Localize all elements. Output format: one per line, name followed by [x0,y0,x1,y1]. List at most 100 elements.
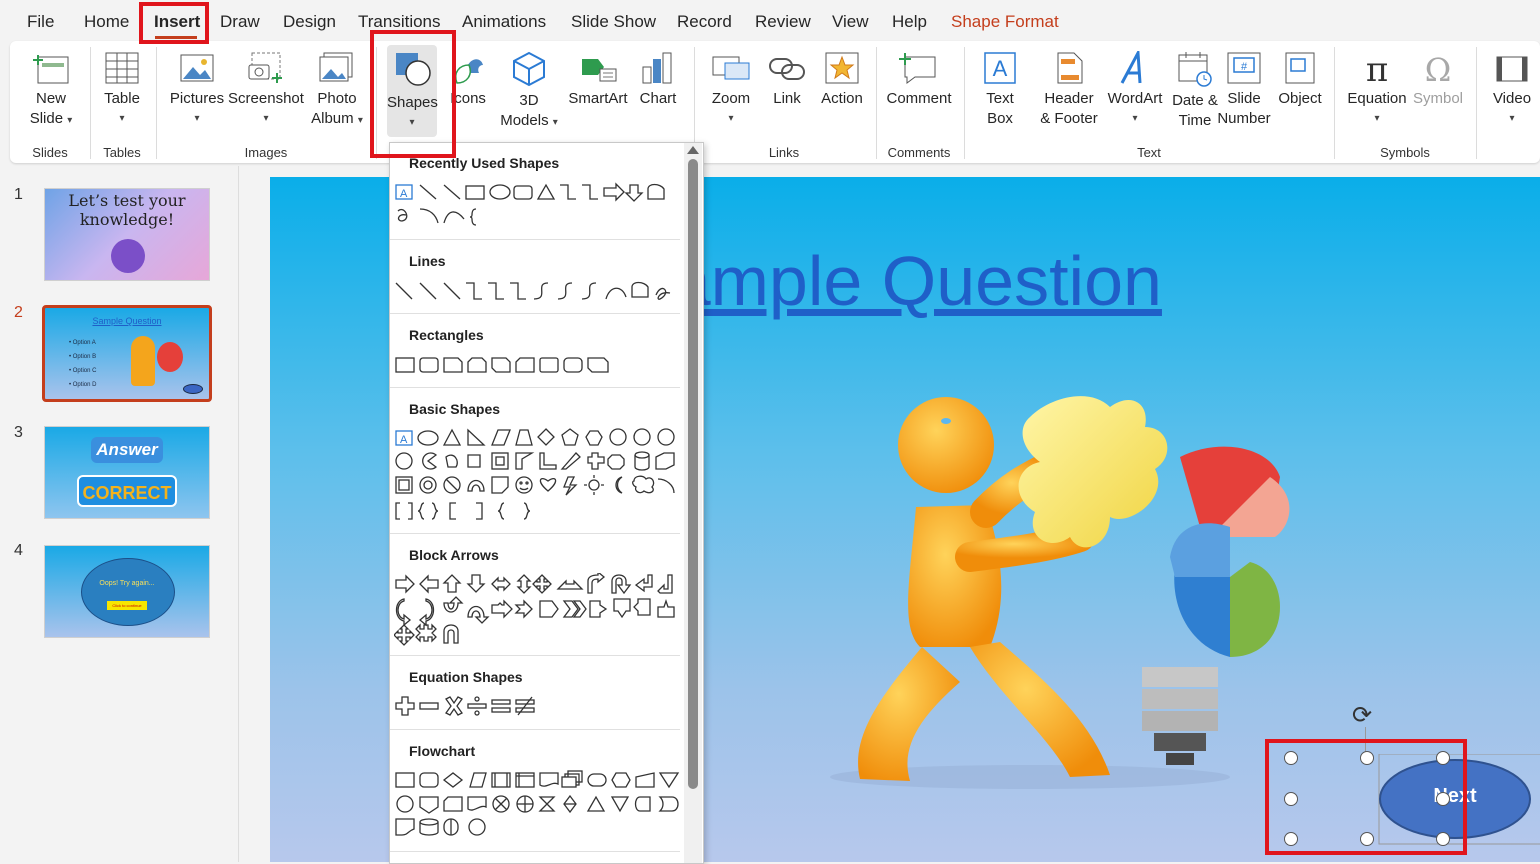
gallery-divider [390,313,680,314]
block-arrows-grid[interactable] [394,573,680,647]
recently-used-shapes-row[interactable]: A [394,181,680,229]
new-slide-button[interactable]: New Slide ▾ [24,51,78,131]
comment-label: Comment [886,90,952,107]
rectangles-row[interactable] [394,355,680,377]
new-slide-label-2: Slide [29,110,64,127]
3d-models-button[interactable]: 3D Models ▾ [498,51,560,133]
svg-text:A: A [400,188,408,200]
thumb-4-text: Oops! Try again... [99,580,155,587]
photo-album-icon [319,52,353,82]
group-separator [1334,47,1335,159]
section-basic-shapes: Basic Shapes [409,401,501,417]
slide-thumbnail-2[interactable]: Sample Question • Option A • Option B • … [42,305,212,402]
group-label-comments: Comments [887,145,951,160]
header-footer-button[interactable]: Header & Footer [1028,51,1110,129]
table-button[interactable]: Table ▾ [98,51,146,129]
link-button[interactable]: Link [764,51,810,109]
thumb-2-option-c: • Option C [69,368,97,374]
slide-thumbnail-1[interactable]: Let’s test your knowledge! [44,188,210,281]
video-label: Video [1492,90,1532,107]
gallery-divider [390,851,680,852]
tab-shape-format[interactable]: Shape Format [951,12,1059,32]
scroll-up-arrow-icon[interactable] [687,146,699,154]
action-icon [825,52,859,84]
tab-home[interactable]: Home [84,12,129,32]
chart-button[interactable]: Chart [636,51,680,109]
thumb-2-option-b: • Option B [69,354,97,360]
slide-number-2: 2 [14,304,23,321]
3d-models-label-1: 3D [519,92,539,109]
chart-icon [642,52,672,84]
wordart-button[interactable]: WordArt ▾ [1104,51,1166,129]
photo-album-button[interactable]: Photo Album ▾ [306,51,368,131]
3d-models-label-2: Models [500,112,549,129]
new-slide-label-1: New [35,90,66,107]
slide-thumbnail-4[interactable]: Oops! Try again... Click to continue [44,545,210,638]
equation-shapes-row[interactable] [394,695,680,719]
tab-slide-show[interactable]: Slide Show [571,12,656,32]
basic-shapes-grid[interactable]: A [394,427,680,527]
group-label-text: Text [1137,145,1161,160]
gallery-divider [390,239,680,240]
symbol-button[interactable]: Ω Symbol [1410,51,1466,109]
video-button[interactable]: Video ▾ [1484,51,1540,129]
group-label-symbols: Symbols [1380,145,1430,160]
equation-button[interactable]: π Equation ▾ [1344,51,1410,129]
group-separator [964,47,965,159]
zoom-button[interactable]: Zoom ▾ [704,51,758,129]
screenshot-label: Screenshot [228,90,304,107]
screenshot-button[interactable]: Screenshot ▾ [228,51,304,129]
group-label-tables: Tables [103,145,141,160]
gallery-divider [390,655,680,656]
tab-help[interactable]: Help [892,12,927,32]
tab-design[interactable]: Design [283,12,336,32]
header-footer-label-1: Header [1044,90,1094,107]
gallery-scrollbar[interactable] [684,143,702,863]
pictures-button[interactable]: Pictures ▾ [166,51,228,129]
slide-number-icon: # [1227,52,1261,84]
pictures-label: Pictures [169,90,225,107]
gallery-divider [390,387,680,388]
slide-number-3: 3 [14,424,23,441]
comment-button[interactable]: Comment [882,51,956,109]
tab-review[interactable]: Review [755,12,811,32]
chevron-down-icon: ▾ [357,115,363,126]
rotate-handle-icon[interactable]: ⟳ [1352,701,1380,729]
slide-thumbnail-3[interactable]: Answer CORRECT [44,426,210,519]
shapes-gallery-dropdown[interactable]: Recently Used Shapes A Lines Rectangles [389,142,704,864]
object-button[interactable]: Object [1274,51,1326,109]
scrollbar-thumb[interactable] [688,159,698,789]
tab-record[interactable]: Record [677,12,732,32]
zoom-icon [712,56,750,80]
thumb-4-oval [81,558,175,626]
lines-row[interactable] [394,279,680,305]
chevron-down-icon: ▾ [67,115,73,126]
thumb-3-answer: Answer [91,437,163,463]
text-box-label-1: Text [986,90,1014,107]
tab-view[interactable]: View [832,12,869,32]
flowchart-shapes-grid[interactable] [394,769,680,843]
group-label-slides: Slides [32,145,68,160]
tab-file[interactable]: File [27,12,54,32]
chevron-down-icon: ▾ [728,113,734,124]
tab-draw[interactable]: Draw [220,12,260,32]
slide-number-1: 1 [14,186,23,203]
text-box-label-2: Box [987,110,1013,127]
pi-icon: π [1366,51,1388,85]
group-separator [90,47,91,159]
action-button[interactable]: Action [814,51,870,109]
text-box-button[interactable]: A Text Box [974,51,1026,129]
svg-text:π: π [1366,51,1388,85]
thumb-2-next-button [183,384,203,394]
smartart-button[interactable]: SmartArt [564,51,632,109]
table-label: Table [104,90,140,107]
slide-number-button[interactable]: # Slide Number [1212,51,1276,129]
gallery-divider [390,533,680,534]
chevron-down-icon: ▾ [1374,113,1380,124]
menu-bar: File Home Insert Draw Design Transitions… [0,0,1540,44]
new-slide-icon [33,55,69,84]
object-icon [1285,52,1315,84]
smartart-label: SmartArt [568,90,628,107]
tab-animations[interactable]: Animations [462,12,546,32]
tab-transitions[interactable]: Transitions [358,12,441,32]
